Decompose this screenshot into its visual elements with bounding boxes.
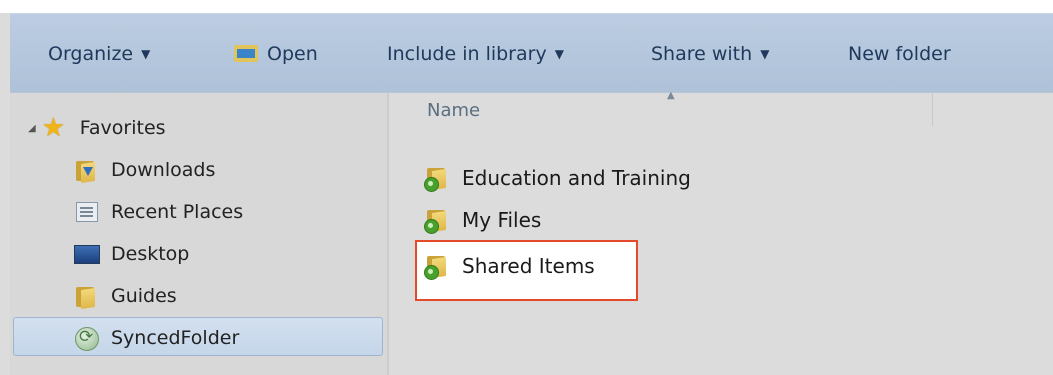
column-header-name[interactable]: Name [427,100,480,121]
organize-button[interactable]: Organize ▼ [48,14,150,94]
dropdown-arrow-icon: ▼ [554,47,564,61]
nav-item-label: SyncedFolder [111,327,240,349]
share-with-button[interactable]: Share with ▼ [651,14,769,94]
include-in-library-button[interactable]: Include in library ▼ [387,14,564,94]
star-icon: ★ [41,113,66,143]
dropdown-arrow-icon: ▼ [760,47,770,61]
nav-item-syncedfolder[interactable]: SyncedFolder [73,320,239,356]
nav-item-downloads[interactable]: Downloads [73,152,215,188]
include-label: Include in library [387,43,547,65]
nav-item-recent-places[interactable]: Recent Places [73,194,243,230]
dropdown-arrow-icon: ▼ [141,47,151,61]
open-button[interactable]: Open [233,14,318,94]
column-separator[interactable] [932,93,933,126]
file-item-my-files[interactable]: My Files [424,202,541,238]
nav-item-label: Recent Places [111,201,244,223]
nav-item-label: Downloads [111,159,216,181]
window-top-edge [0,0,1053,13]
file-item-label: Education and Training [462,166,691,190]
command-bar: Organize ▼ Open Include in library ▼ Sha… [10,13,1053,94]
recent-places-icon [73,199,99,225]
new-folder-button[interactable]: New folder [848,14,951,94]
nav-item-guides[interactable]: Guides [73,278,177,314]
organize-label: Organize [48,43,134,65]
file-item-shared-items[interactable]: Shared Items [424,248,595,284]
sort-ascending-icon: ▲ [667,90,675,101]
share-label: Share with [651,43,753,65]
file-item-education-and-training[interactable]: Education and Training [424,160,691,196]
new-folder-label: New folder [848,43,951,65]
desktop-icon [73,241,100,267]
nav-favorites-label: Favorites [79,117,166,139]
open-icon [233,42,259,66]
nav-item-label: Desktop [111,243,190,265]
synced-folder-icon [424,206,452,234]
downloads-folder-icon [73,157,99,183]
collapse-triangle-icon[interactable]: ◢ [28,123,36,134]
file-item-label: Shared Items [462,254,595,278]
synced-folder-icon [424,164,452,192]
folder-icon [73,283,99,309]
open-label: Open [267,43,318,65]
nav-item-label: Guides [111,285,177,307]
nav-item-desktop[interactable]: Desktop [73,236,189,272]
nav-favorites[interactable]: ◢ ★ Favorites [28,110,166,146]
file-item-label: My Files [462,208,542,232]
synced-folder-icon [424,252,452,280]
synced-folder-icon [73,325,99,351]
